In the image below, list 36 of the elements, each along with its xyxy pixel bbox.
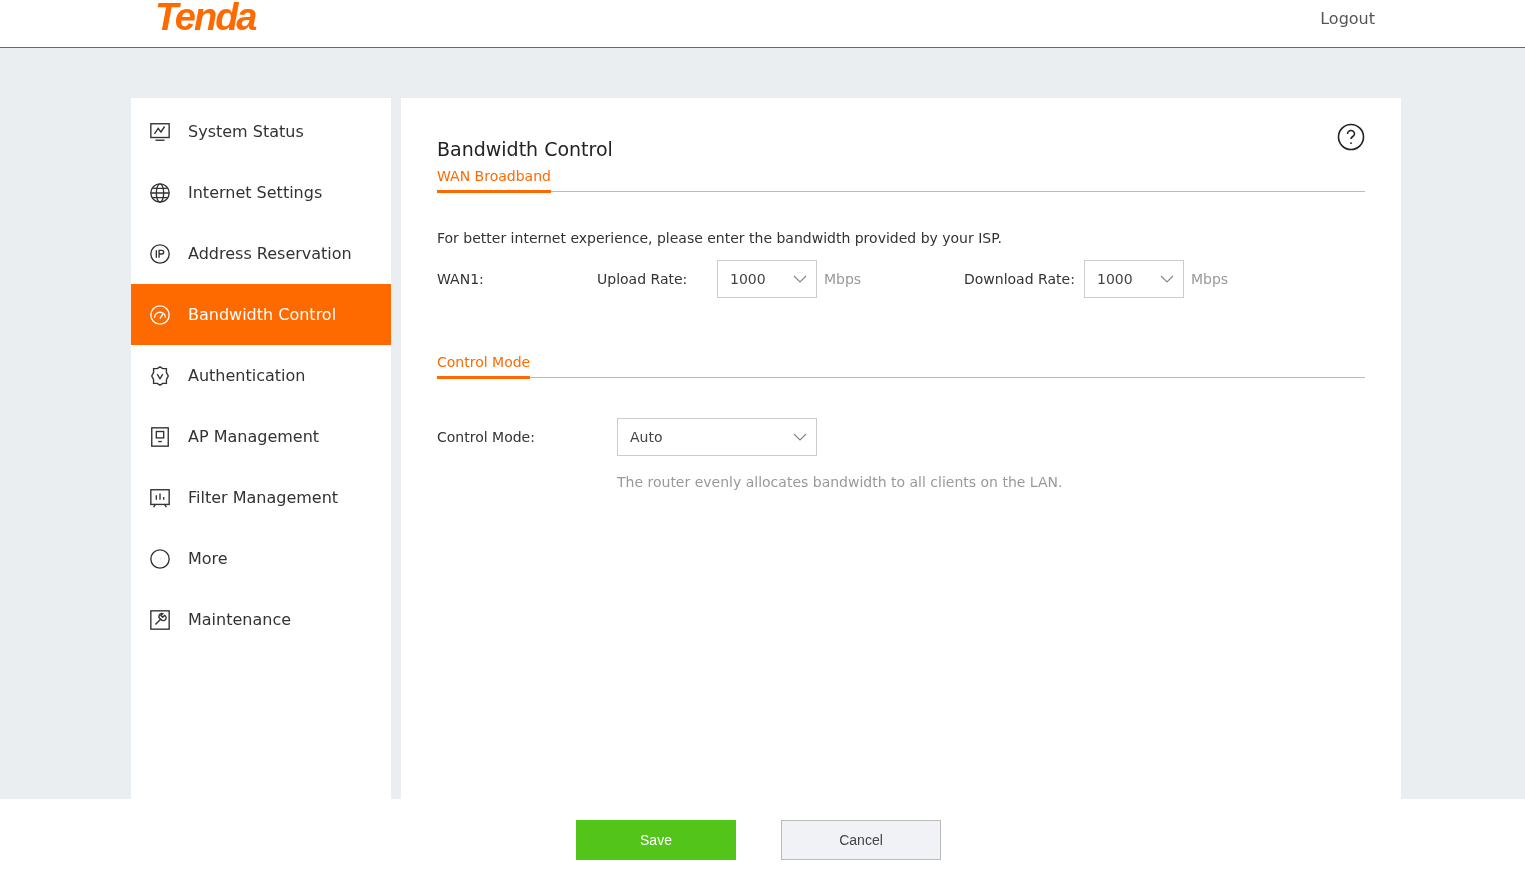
sidebar-item[interactable]: System Status bbox=[131, 101, 391, 162]
sidebar-item[interactable]: More bbox=[131, 528, 391, 589]
sidebar-item[interactable]: AP Management bbox=[131, 406, 391, 467]
more-icon bbox=[149, 547, 171, 570]
sidebar-item[interactable]: Maintenance bbox=[131, 589, 391, 650]
logout-link[interactable]: Logout bbox=[1320, 9, 1375, 28]
cancel-button[interactable]: Cancel bbox=[781, 819, 941, 860]
wrench-icon bbox=[149, 608, 171, 631]
badge-check-icon bbox=[149, 364, 171, 387]
sidebar-item[interactable]: Address Reservation bbox=[131, 223, 391, 284]
wan-label: WAN1: bbox=[437, 271, 485, 287]
control-mode-label: Control Mode: bbox=[437, 429, 536, 445]
chevron-down-icon bbox=[793, 433, 807, 441]
chart-screen-icon bbox=[149, 486, 171, 509]
help-icon[interactable] bbox=[1337, 123, 1365, 151]
sidebar-item[interactable]: Authentication bbox=[131, 345, 391, 406]
monitor-icon bbox=[149, 120, 171, 143]
globe-icon bbox=[149, 181, 171, 204]
page-title: Bandwidth Control bbox=[437, 138, 613, 160]
device-icon bbox=[149, 425, 171, 448]
unit-label: Mbps bbox=[1190, 271, 1230, 287]
download-rate-dropdown[interactable]: 1000 bbox=[1084, 260, 1184, 298]
ip-icon bbox=[149, 242, 171, 265]
download-rate-label: Download Rate: bbox=[964, 271, 1076, 287]
intro-text: For better internet experience, please enter the bandwidth provided by your ISP. bbox=[437, 230, 1003, 246]
chevron-down-icon bbox=[1160, 275, 1174, 283]
chevron-down-icon bbox=[793, 275, 807, 283]
upload-rate-label: Upload Rate: bbox=[597, 271, 689, 287]
unit-label: Mbps bbox=[823, 271, 863, 287]
gauge-icon bbox=[149, 303, 171, 326]
hint-text: The router evenly allocates bandwidth to all clients on the LAN. bbox=[617, 474, 1064, 490]
sidebar-item[interactable]: Filter Management bbox=[131, 467, 391, 528]
logo: Tenda bbox=[155, 0, 256, 39]
sidebar-item[interactable]: Internet Settings bbox=[131, 162, 391, 223]
control-mode-dropdown[interactable]: Auto bbox=[617, 418, 817, 456]
upload-rate-dropdown[interactable]: 1000 bbox=[717, 260, 817, 298]
